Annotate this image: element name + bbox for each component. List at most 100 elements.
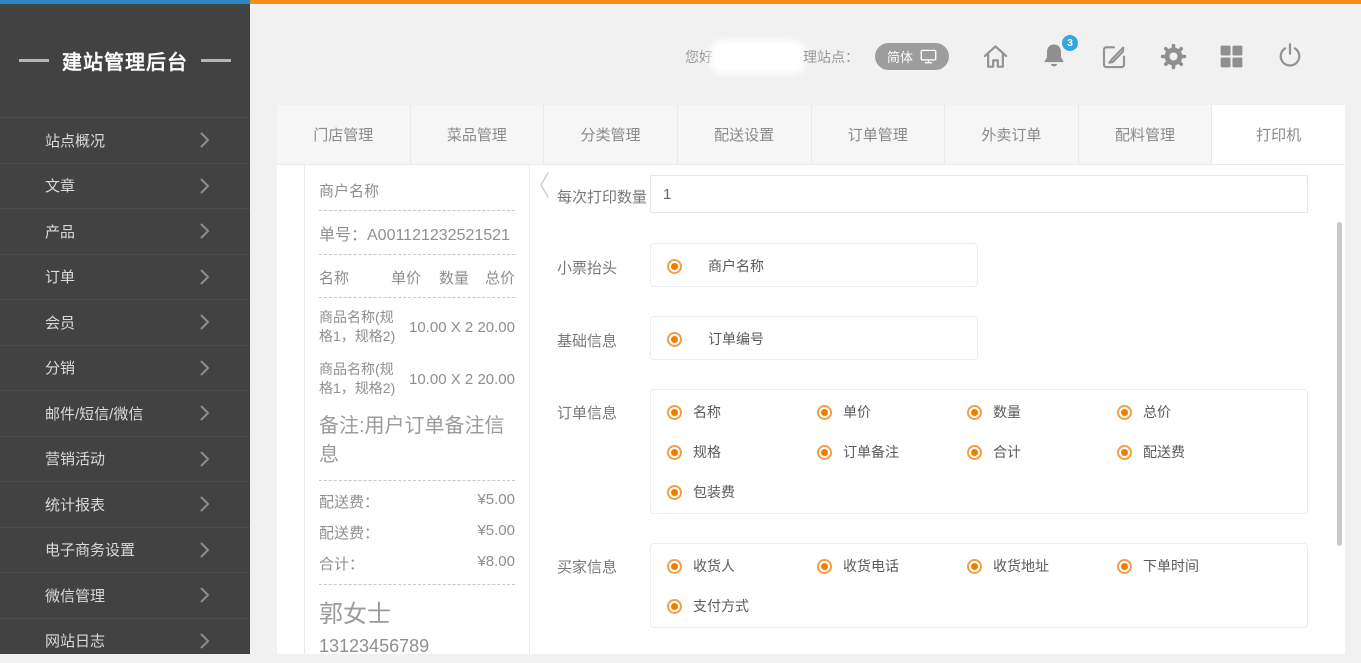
sidebar-item[interactable]: 营销活动	[0, 436, 250, 482]
print-count-input[interactable]	[650, 175, 1308, 213]
radio-option[interactable]: 单价	[817, 392, 967, 432]
radio-option[interactable]: 商户名称	[667, 246, 977, 286]
apps-grid-icon	[1217, 42, 1246, 71]
receipt-column-headers: 名称 单价 数量 总价	[319, 262, 515, 290]
radio-selected-icon[interactable]	[967, 405, 982, 420]
radio-option-label: 总价	[1143, 402, 1171, 422]
radio-selected-icon[interactable]	[667, 599, 682, 614]
fee-value: ¥5.00	[477, 491, 515, 512]
module-tab[interactable]: 外卖订单	[944, 105, 1078, 164]
radio-selected-icon[interactable]	[667, 485, 682, 500]
sidebar-item[interactable]: 分销	[0, 345, 250, 391]
sidebar-item[interactable]: 文章	[0, 163, 250, 209]
radio-option-label: 支付方式	[693, 596, 749, 616]
receipt-preview: 商户名称 单号：A001121232521521 名称 单价 数量 总价 商品名…	[304, 165, 530, 654]
radio-option[interactable]: 名称	[667, 392, 817, 432]
radio-selected-icon[interactable]	[967, 559, 982, 574]
radio-option[interactable]: 订单备注	[817, 432, 967, 472]
language-label: 简体	[887, 47, 913, 66]
sidebar-item[interactable]: 会员	[0, 299, 250, 345]
radio-option[interactable]: 收货电话	[817, 546, 967, 586]
radio-option[interactable]: 包装费	[667, 472, 817, 512]
radio-option[interactable]: 收货人	[667, 546, 817, 586]
notification-badge: 3	[1062, 35, 1078, 51]
radio-option[interactable]: 规格	[667, 432, 817, 472]
radio-option-label: 收货电话	[843, 556, 899, 576]
top-header: 您好 理站点： 简体 3	[250, 4, 1361, 105]
radio-selected-icon[interactable]	[817, 445, 832, 460]
buyer-phone: 13123456789	[319, 636, 515, 654]
edit-button[interactable]	[1096, 38, 1132, 74]
sidebar-item-label: 电子商务设置	[45, 539, 135, 560]
module-tab[interactable]: 配料管理	[1078, 105, 1212, 164]
module-tab[interactable]: 配送设置	[677, 105, 811, 164]
sidebar-item[interactable]: 电子商务设置	[0, 527, 250, 573]
sidebar-item[interactable]: 订单	[0, 254, 250, 300]
sidebar: 建站管理后台 站点概况 文章 产品	[0, 4, 250, 654]
radio-option-label: 配送费	[1143, 442, 1185, 462]
sidebar-item[interactable]: 邮件/短信/微信	[0, 390, 250, 436]
redacted-username	[715, 45, 801, 69]
radio-option-label: 名称	[693, 402, 721, 422]
fee-value: ¥8.00	[477, 553, 515, 574]
radio-option-label: 收货人	[693, 556, 735, 576]
radio-option-label: 下单时间	[1143, 556, 1199, 576]
module-tabs: 门店管理 菜品管理 分类管理 配送设置 订单管理 外卖订单 配料管理 打印机	[277, 105, 1345, 165]
logout-button[interactable]	[1272, 38, 1308, 74]
fee-value: ¥5.00	[477, 522, 515, 543]
radio-option[interactable]: 配送费	[1117, 432, 1267, 472]
apps-button[interactable]	[1213, 38, 1249, 74]
radio-selected-icon[interactable]	[1117, 559, 1132, 574]
radio-selected-icon[interactable]	[667, 559, 682, 574]
scrollbar-thumb[interactable]	[1337, 222, 1342, 546]
chevron-right-icon	[200, 360, 210, 376]
item-name: 商品名称(规格1，规格2)	[319, 360, 407, 398]
sidebar-item[interactable]: 产品	[0, 208, 250, 254]
radio-option[interactable]: 订单编号	[667, 319, 977, 359]
radio-option[interactable]: 合计	[967, 432, 1117, 472]
settings-button[interactable]	[1155, 38, 1191, 74]
sidebar-item-label: 微信管理	[45, 585, 105, 606]
fee-label: 合计：	[319, 553, 364, 574]
radio-selected-icon[interactable]	[667, 445, 682, 460]
sidebar-item[interactable]: 统计报表	[0, 481, 250, 527]
chevron-right-icon	[200, 496, 210, 512]
radio-selected-icon[interactable]	[667, 332, 682, 347]
receipt-fee-row: 配送费： ¥5.00	[319, 491, 515, 512]
radio-selected-icon[interactable]	[817, 559, 832, 574]
section-label-buyer-info: 买家信息	[557, 556, 617, 577]
radio-option[interactable]: 数量	[967, 392, 1117, 432]
radio-selected-icon[interactable]	[667, 405, 682, 420]
section-label-order-info: 订单信息	[557, 402, 617, 423]
module-tab[interactable]: 菜品管理	[410, 105, 544, 164]
sidebar-item-label: 订单	[45, 266, 75, 287]
sidebar-item[interactable]: 微信管理	[0, 572, 250, 618]
sidebar-item-label: 营销活动	[45, 448, 105, 469]
module-tab[interactable]: 订单管理	[811, 105, 945, 164]
collapse-panel-handle[interactable]	[537, 170, 551, 200]
item-price-qty: 10.00 X 2	[407, 371, 477, 388]
radio-option[interactable]: 收货地址	[967, 546, 1117, 586]
radio-selected-icon[interactable]	[1117, 445, 1132, 460]
sidebar-item[interactable]: 站点概况	[0, 117, 250, 163]
receipt-fee-row: 合计： ¥8.00	[319, 553, 515, 574]
language-switch-button[interactable]: 简体	[875, 43, 949, 70]
home-button[interactable]	[977, 38, 1013, 74]
radio-selected-icon[interactable]	[817, 405, 832, 420]
radio-option[interactable]: 总价	[1117, 392, 1267, 432]
radio-selected-icon[interactable]	[667, 259, 682, 274]
module-tab[interactable]: 门店管理	[277, 105, 410, 164]
divider	[319, 254, 515, 255]
radio-selected-icon[interactable]	[1117, 405, 1132, 420]
chevron-right-icon	[200, 132, 210, 148]
radio-option[interactable]: 支付方式	[667, 586, 817, 626]
chevron-right-icon	[200, 314, 210, 330]
module-tab[interactable]: 打印机	[1211, 105, 1345, 164]
notifications-button[interactable]: 3	[1036, 38, 1072, 74]
sidebar-item[interactable]: 网站日志	[0, 618, 250, 663]
radio-selected-icon[interactable]	[967, 445, 982, 460]
module-tab[interactable]: 分类管理	[543, 105, 677, 164]
divider	[319, 480, 515, 481]
radio-option[interactable]: 下单时间	[1117, 546, 1267, 586]
divider	[319, 584, 515, 585]
